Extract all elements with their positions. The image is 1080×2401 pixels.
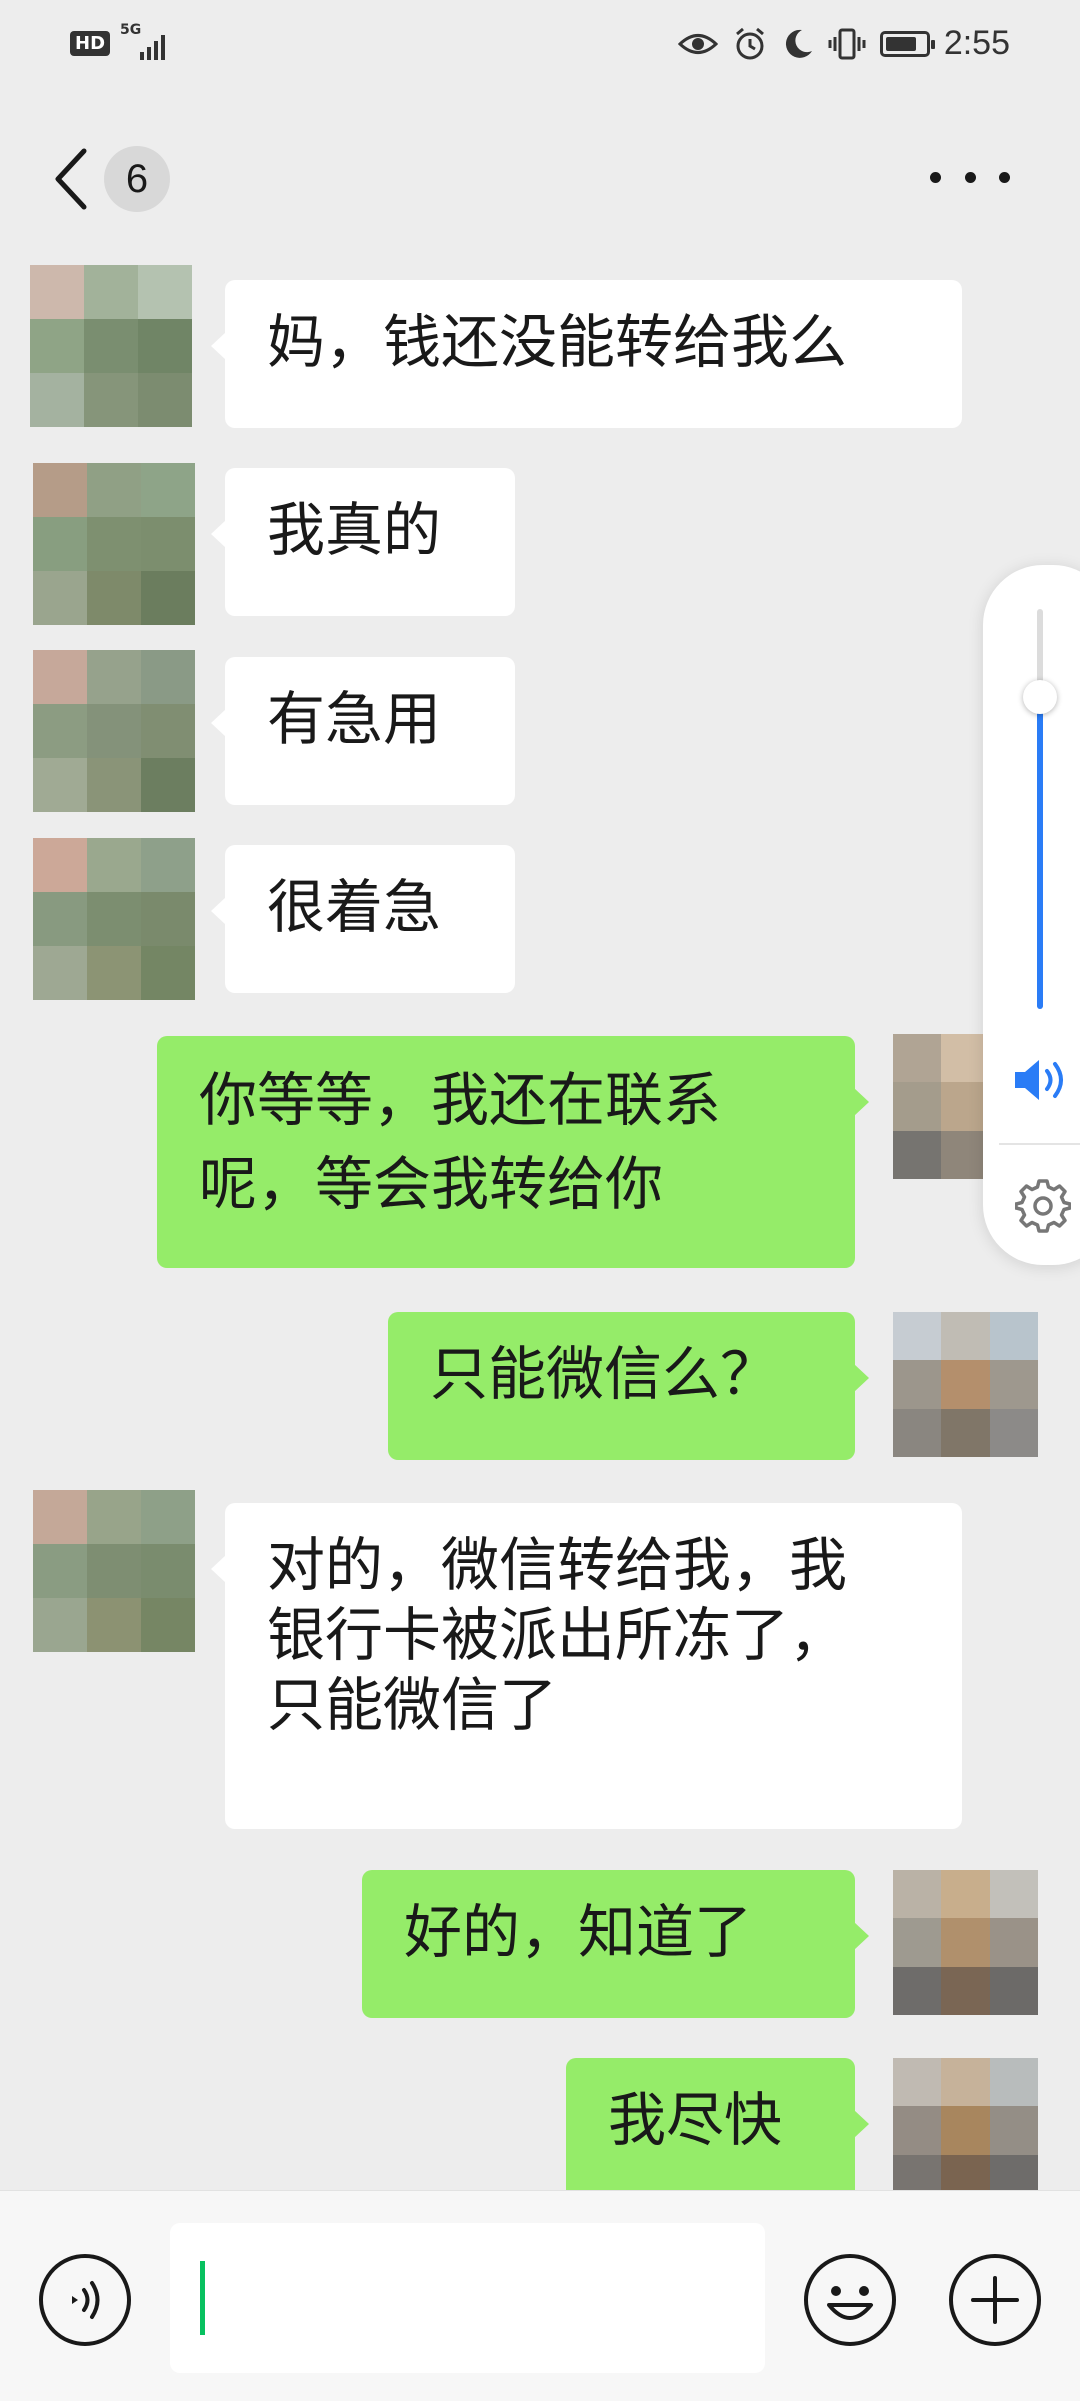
back-button[interactable]: 6 — [52, 139, 202, 219]
emoji-icon[interactable] — [803, 2253, 897, 2347]
more-dots-icon — [930, 171, 941, 183]
hd-badge: HD — [70, 30, 111, 56]
volume-slider-thumb[interactable] — [1023, 680, 1057, 714]
back-arrow-icon — [55, 148, 87, 210]
message-bubble[interactable]: 很着急 — [211, 845, 515, 993]
avatar[interactable] — [893, 1312, 1038, 1457]
settings-gear-icon[interactable] — [1015, 1177, 1071, 1233]
status-right: 2:55 — [677, 24, 1010, 63]
volume-panel — [983, 565, 1080, 1265]
eye-icon — [677, 33, 718, 54]
volume-slider[interactable] — [1037, 609, 1043, 1009]
text-cursor — [200, 2261, 205, 2335]
message-bubble[interactable]: 好的，知道了 — [362, 1870, 869, 2018]
message-line: 好的，知道了 — [404, 1898, 753, 1966]
avatar[interactable] — [33, 650, 195, 812]
avatar[interactable] — [893, 1870, 1038, 2015]
message-bubble[interactable]: 只能微信么？ — [388, 1312, 869, 1460]
network-label: 5G — [120, 22, 142, 38]
avatar[interactable] — [33, 463, 195, 625]
divider — [999, 1143, 1080, 1145]
message-list[interactable]: 妈，钱还没能转给我么 我真的 有急用 很着急 你等等，我还在联系 呢，等会我转给… — [0, 260, 1080, 2190]
message-line: 我真的 — [267, 496, 442, 564]
message-line: 有急用 — [267, 685, 442, 753]
message-line: 你等等，我还在联系 — [199, 1066, 722, 1134]
message-line: 我尽快 — [608, 2086, 783, 2154]
status-time: 2:55 — [943, 24, 1010, 62]
more-options-button[interactable] — [930, 157, 1010, 197]
message-line: 只能微信么？ — [430, 1340, 779, 1408]
avatar[interactable] — [893, 2058, 1038, 2190]
message-line: 妈，钱还没能转给我么 — [267, 308, 848, 376]
message-bubble[interactable]: 我真的 — [211, 468, 515, 616]
plus-icon[interactable] — [948, 2253, 1042, 2347]
message-bubble[interactable]: 对的，微信转给我，我 银行卡被派出所冻了， 只能微信了 — [211, 1503, 962, 1829]
voice-input-icon[interactable] — [38, 2253, 132, 2347]
message-bubble[interactable]: 我尽快 — [566, 2058, 869, 2190]
avatar[interactable] — [30, 265, 192, 427]
avatar[interactable] — [33, 1490, 195, 1652]
contact-name-pixelated — [469, 129, 597, 205]
unread-count-badge: 6 — [104, 146, 170, 212]
vibrate-icon — [828, 28, 866, 59]
message-line: 呢，等会我转给你 — [199, 1150, 664, 1218]
volume-level-fill — [1037, 697, 1043, 1009]
status-left: HD 5G — [70, 22, 178, 64]
moon-icon — [785, 29, 812, 58]
signal-icon: 5G — [118, 22, 178, 64]
message-line: 很着急 — [267, 873, 442, 941]
message-input[interactable] — [170, 2223, 765, 2373]
avatar[interactable] — [33, 838, 195, 1000]
message-bubble[interactable]: 有急用 — [211, 657, 515, 805]
alarm-icon — [735, 27, 764, 59]
input-bar — [0, 2190, 1080, 2401]
message-bubble[interactable]: 妈，钱还没能转给我么 — [211, 280, 962, 428]
speaker-icon[interactable] — [1011, 1055, 1075, 1105]
chat-header: 6 — [0, 95, 1080, 260]
status-bar: HD 5G 2:55 — [0, 0, 1080, 95]
message-bubble[interactable]: 你等等，我还在联系 呢，等会我转给你 — [157, 1036, 869, 1268]
battery-icon — [879, 30, 935, 57]
